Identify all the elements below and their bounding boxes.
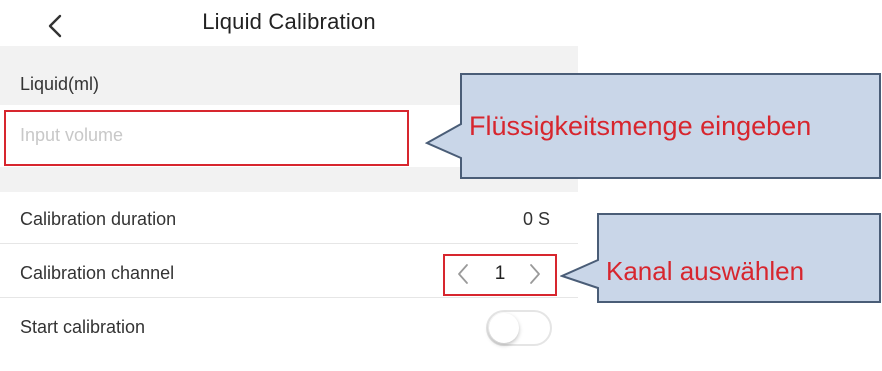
toggle-knob bbox=[489, 313, 519, 343]
channel-callout: Kanal auswählen bbox=[560, 212, 882, 304]
app-screen: Liquid Calibration Liquid(ml) Calibratio… bbox=[0, 0, 578, 371]
channel-prev-button[interactable] bbox=[454, 262, 472, 286]
page: Liquid Calibration Liquid(ml) Calibratio… bbox=[0, 0, 882, 371]
channel-callout-text: Kanal auswählen bbox=[606, 256, 805, 286]
channel-label: Calibration channel bbox=[20, 263, 175, 283]
page-title: Liquid Calibration bbox=[202, 9, 376, 34]
chevron-left-icon bbox=[458, 264, 468, 284]
duration-value: 0 S bbox=[522, 209, 550, 229]
header-bar: Liquid Calibration bbox=[0, 0, 578, 46]
volume-input[interactable] bbox=[12, 113, 408, 157]
start-calibration-toggle[interactable] bbox=[486, 310, 552, 346]
volume-callout-text: Flüssigkeitsmenge eingeben bbox=[469, 111, 812, 141]
liquid-label: Liquid(ml) bbox=[20, 74, 100, 94]
channel-row: Calibration channel 1 bbox=[0, 250, 578, 298]
volume-callout: Flüssigkeitsmenge eingeben bbox=[425, 72, 882, 180]
channel-stepper: 1 bbox=[446, 256, 554, 292]
duration-label: Calibration duration bbox=[20, 209, 177, 229]
duration-row: Calibration duration 0 S bbox=[0, 196, 578, 244]
channel-value: 1 bbox=[494, 263, 506, 284]
channel-next-button[interactable] bbox=[526, 262, 544, 286]
start-row: Start calibration bbox=[0, 304, 578, 352]
start-label: Start calibration bbox=[20, 317, 146, 337]
chevron-right-icon bbox=[530, 264, 540, 284]
